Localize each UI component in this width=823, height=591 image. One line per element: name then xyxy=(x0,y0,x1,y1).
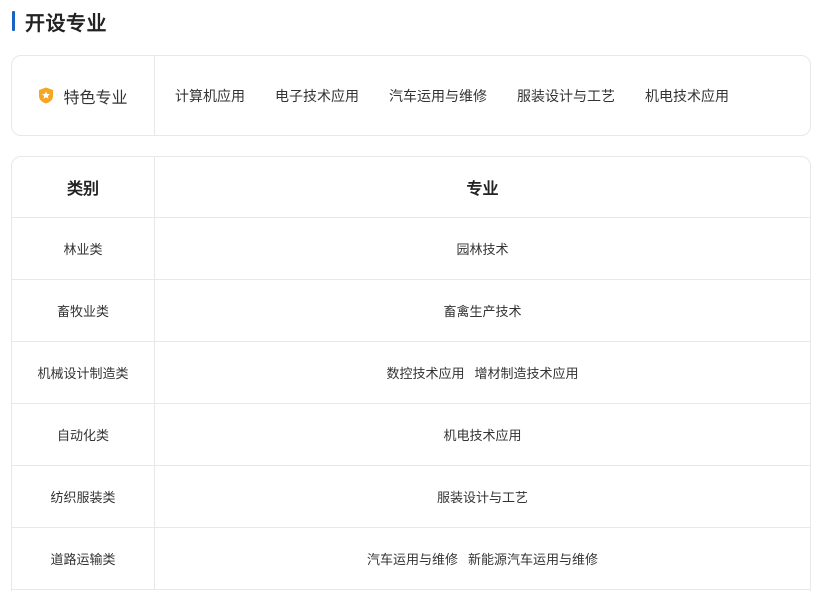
featured-major-link[interactable]: 电子技术应用 xyxy=(275,86,359,106)
category-cell: 纺织服装类 xyxy=(12,466,155,527)
column-header-major: 专业 xyxy=(466,179,499,198)
table-row: 机械设计制造类 数控技术应用 增材制造技术应用 xyxy=(12,342,810,404)
featured-major-link[interactable]: 汽车运用与维修 xyxy=(389,86,487,106)
column-header-category: 类别 xyxy=(12,157,155,217)
featured-major-link[interactable]: 机电技术应用 xyxy=(645,86,729,106)
category-cell: 自动化类 xyxy=(12,404,155,465)
major-cell: 数控技术应用 增材制造技术应用 xyxy=(155,342,810,403)
major-cell: 园林技术 xyxy=(155,218,810,279)
major-item: 新能源汽车运用与维修 xyxy=(468,553,599,568)
featured-major-link[interactable]: 计算机应用 xyxy=(175,86,245,106)
table-row: 畜牧业类 畜禽生产技术 xyxy=(12,280,810,342)
section-header: 开设专业 xyxy=(12,8,107,35)
category-cell: 林业类 xyxy=(12,218,155,279)
major-cell: 畜禽生产技术 xyxy=(155,280,810,341)
major-cell: 机电技术应用 xyxy=(155,404,810,465)
featured-majors-card: 特色专业 计算机应用 电子技术应用 汽车运用与维修 服装设计与工艺 机电技术应用 xyxy=(11,55,811,136)
category-cell: 机械设计制造类 xyxy=(12,342,155,403)
major-item: 机电技术应用 xyxy=(443,429,522,444)
major-item: 增材制造技术应用 xyxy=(474,367,579,382)
major-item: 数控技术应用 xyxy=(386,367,465,382)
featured-major-link[interactable]: 服装设计与工艺 xyxy=(517,86,615,106)
table-row: 道路运输类 汽车运用与维修 新能源汽车运用与维修 xyxy=(12,528,810,590)
page: 开设专业 特色专业 计算机应用 电子技术应用 汽车运用与维修 服装设计与工艺 机电技术应… xyxy=(0,0,823,591)
table-row: 自动化类 机电技术应用 xyxy=(12,404,810,466)
featured-majors-list: 计算机应用 电子技术应用 汽车运用与维修 服装设计与工艺 机电技术应用 xyxy=(155,56,759,135)
major-cell: 汽车运用与维修 新能源汽车运用与维修 xyxy=(155,528,810,589)
title-accent-bar xyxy=(12,11,15,31)
major-item: 服装设计与工艺 xyxy=(436,491,528,506)
table-row: 纺织服装类 服装设计与工艺 xyxy=(12,466,810,528)
major-item: 汽车运用与维修 xyxy=(366,553,458,568)
star-shield-icon xyxy=(38,87,54,104)
section-title: 开设专业 xyxy=(25,10,107,35)
majors-table: 类别 专业 林业类 园林技术 畜牧业类 畜禽生产技术 机械设计制造类 数控技术应用 增材制造… xyxy=(11,156,811,591)
table-row: 林业类 园林技术 xyxy=(12,218,810,280)
major-item: 畜禽生产技术 xyxy=(443,305,522,320)
featured-label: 特色专业 xyxy=(12,56,155,135)
table-body: 林业类 园林技术 畜牧业类 畜禽生产技术 机械设计制造类 数控技术应用 增材制造技术应用 自动… xyxy=(12,218,810,590)
table-header-row: 类别 专业 xyxy=(12,157,810,218)
featured-label-text: 特色专业 xyxy=(63,87,128,107)
category-cell: 畜牧业类 xyxy=(12,280,155,341)
major-item: 园林技术 xyxy=(456,243,509,258)
category-cell: 道路运输类 xyxy=(12,528,155,589)
major-cell: 服装设计与工艺 xyxy=(155,466,810,527)
